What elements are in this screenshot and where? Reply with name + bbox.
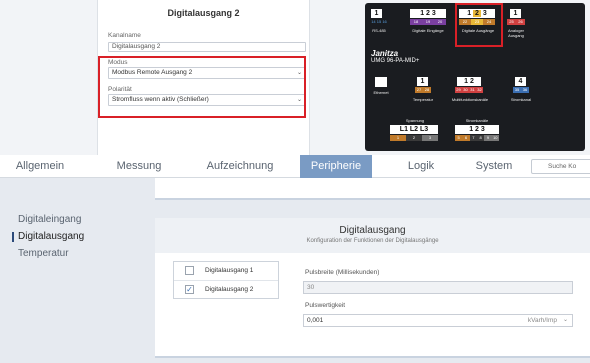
temperature-label: Temperatur <box>412 97 434 102</box>
panel-header: Digitalausgang Konfiguration der Funktio… <box>155 218 590 253</box>
kanalname-input[interactable]: Digitalausgang 2 <box>108 42 306 52</box>
device-model: UMG 96-PA-MID+ <box>371 58 420 64</box>
stromkanaele-label: Stromkanäle <box>465 118 489 123</box>
highlight-box-digital-outputs <box>455 3 503 47</box>
output-list: Digitalausgang 1 ✓ Digitalausgang 2 <box>173 261 279 299</box>
multifunction-pins: 29 30 31 32 <box>455 87 483 93</box>
sidebar-item-digitalausgang[interactable]: Digitalausgang <box>18 231 84 242</box>
ethernet-label: Ethernet <box>373 90 389 95</box>
ethernet-port-icon <box>375 77 387 87</box>
main-nav: Allgemein Messung Aufzeichnung Peripheri… <box>0 155 590 321</box>
tab-aufzeichnung[interactable]: Aufzeichnung <box>196 155 284 178</box>
rs485-label: RS-485 <box>372 28 386 33</box>
temperature-terminal: 1 <box>417 77 428 86</box>
multifunction-label: Multifunktionskanäle <box>451 97 489 102</box>
current-channels-terminal: 1 2 3 <box>455 125 499 134</box>
analog-output-terminal: 1 <box>510 9 521 18</box>
sidebar-item-digitaleingang[interactable]: Digitaleingang <box>18 214 81 225</box>
list-item[interactable]: ✓ Digitalausgang 2 <box>174 280 278 298</box>
analog-output-label: Analoger Ausgang <box>507 28 524 38</box>
highlight-box-settings <box>98 56 306 118</box>
search-input[interactable]: Suche Ko <box>531 159 590 174</box>
spannung-label: Spannung <box>405 118 425 123</box>
pulsbreite-input[interactable]: 30 <box>303 281 573 294</box>
digital-inputs-pins: 18 19 20 <box>410 19 446 25</box>
pulswertigkeit-value: 0,001 <box>307 317 324 324</box>
kanalname-label: Kanalname <box>108 32 141 39</box>
tab-messung[interactable]: Messung <box>104 155 174 178</box>
multifunction-terminal: 1 2 <box>457 77 481 86</box>
digital-inputs-terminal: 1 2 3 <box>410 9 446 18</box>
top-area: Digitalausgang 2 Kanalname Digitalausgan… <box>0 0 590 155</box>
tab-peripherie[interactable]: Peripherie <box>300 155 372 178</box>
digital-inputs-label: Digitale Eingänge <box>412 28 444 33</box>
list-item[interactable]: Digitalausgang 1 <box>174 262 278 280</box>
pulsbreite-label: Pulsbreite (Millisekunden) <box>305 269 380 276</box>
pulswertigkeit-input[interactable]: 0,001 kVarh/Imp ⌄ <box>303 314 573 327</box>
analog-output-pins: 25 26 <box>507 19 525 25</box>
tab-system[interactable]: System <box>463 155 525 178</box>
tab-allgemein[interactable]: Allgemein <box>4 155 76 178</box>
panel-title: Digitalausgang <box>339 225 406 236</box>
checkbox-checked[interactable]: ✓ <box>185 285 194 294</box>
voltage-terminal: L1 L2 L3 <box>390 125 438 134</box>
active-indicator <box>12 232 14 242</box>
device-brand: Janitza <box>371 49 399 58</box>
voltage-pins: 123 <box>390 135 438 141</box>
current-channel-label: Stromkanal <box>510 97 532 102</box>
rs485-pins: 14 15 16 <box>371 19 387 24</box>
popup-title: Digitalausgang 2 <box>167 8 240 18</box>
output-label: Digitalausgang 1 <box>205 267 254 274</box>
pulswertigkeit-unit: kVarh/Imp <box>527 317 557 324</box>
pulswertigkeit-label: Pulswertigkeit <box>305 302 346 309</box>
checkbox[interactable] <box>185 266 194 275</box>
panel-subtitle: Konfiguration der Funktionen der Digital… <box>306 238 439 244</box>
current-channel-terminal: 4 <box>515 77 526 86</box>
tab-logik[interactable]: Logik <box>392 155 450 178</box>
sidebar-item-temperatur[interactable]: Temperatur <box>18 248 69 259</box>
digital-output-panel: Digitalausgang Konfiguration der Funktio… <box>155 218 590 358</box>
chevron-down-icon[interactable]: ⌄ <box>563 315 568 326</box>
upper-panel <box>155 178 590 200</box>
output-label: Digitalausgang 2 <box>205 286 254 293</box>
rs485-terminal: 1 <box>371 9 382 18</box>
current-channels-pins: 5 6 7 8 9 10 <box>455 135 499 141</box>
current-channel-pins: 35 36 <box>513 87 529 93</box>
temperature-pins: 27 28 <box>415 87 431 93</box>
